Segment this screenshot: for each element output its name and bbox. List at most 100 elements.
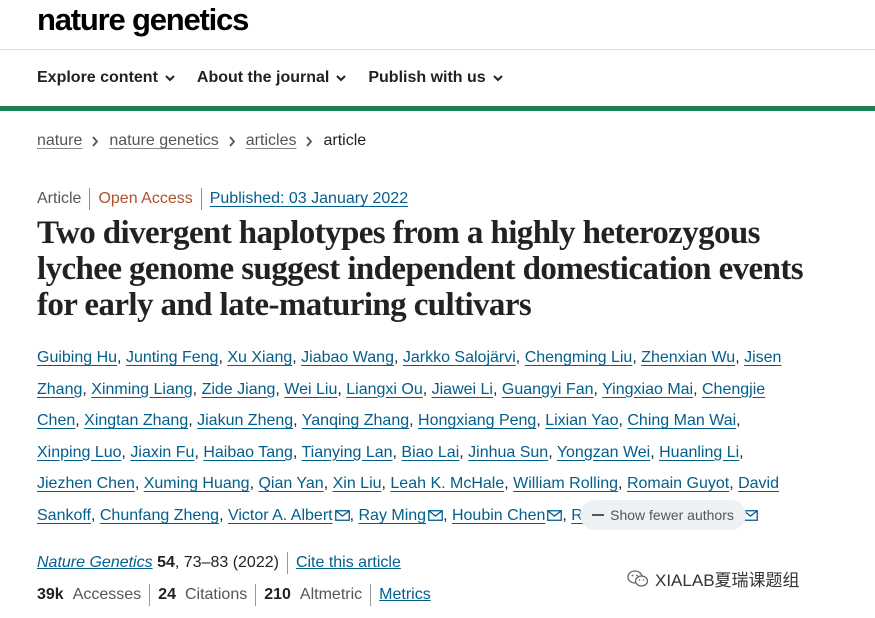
stats-divider [255,584,257,606]
author-link[interactable]: Jinhua Sun [468,444,548,461]
author-separator: , [409,412,419,430]
author-link[interactable]: Victor A. Albert [228,507,333,524]
stats-divider [149,584,151,606]
author-separator: , [134,475,144,493]
author-separator: , [293,412,302,430]
author-link[interactable]: Jarkko Salojärvi [403,349,516,366]
chevron-right-icon [306,135,313,147]
author-link[interactable]: Yanqing Zhang [302,412,409,429]
breadcrumb-articles[interactable]: articles [246,132,297,150]
author-link[interactable]: Leah K. McHale [390,475,504,492]
open-access-label: Open Access [98,190,193,207]
author-separator: , [422,380,432,398]
author-link[interactable]: Huanling Li [659,444,739,461]
author-link[interactable]: Biao Lai [401,444,459,461]
author-link[interactable]: Jiakun Zheng [197,412,293,429]
citations-count: 24 [158,586,176,603]
author-link[interactable]: Xinming Liang [91,381,192,398]
author-link[interactable]: Lixian Yao [545,412,618,429]
author-link[interactable]: Junting Feng [126,349,219,366]
nav-label: About the journal [196,69,330,86]
author-link[interactable]: Yingxiao Mai [602,381,693,398]
stats-divider [370,584,372,606]
author-separator: , [337,380,347,398]
author-link[interactable]: Chunfang Zheng [100,507,219,524]
author-link[interactable]: Houbin Chen [452,507,545,524]
author-separator: , [593,380,603,398]
author-separator: , [194,443,204,461]
author-link[interactable]: Guibing Hu [37,349,117,366]
author-link[interactable]: Haibao Tang [203,444,293,461]
author-separator: , [218,349,228,366]
author-separator: , [459,443,469,461]
author-separator: , [632,349,642,366]
author-separator: , [729,475,739,493]
author-separator: , [650,443,660,461]
author-link[interactable]: Ching Man Wai [627,412,736,429]
author-separator: , [736,412,741,430]
author-separator: , [393,349,403,366]
cite-this-article-link[interactable]: Cite this article [296,554,401,572]
watermark: XIALAB夏瑞课题组 [627,566,800,591]
nav-explore-content[interactable]: Explore content [37,69,175,87]
volume: 54 [157,554,175,571]
author-link[interactable]: Wei Liu [284,381,337,398]
author-link[interactable]: Ray Ming [359,507,427,524]
author-link[interactable]: Chengming Liu [525,349,633,366]
article-meta: Article Open Access Published: 03 Januar… [37,188,408,210]
author-link[interactable]: Liangxi Ou [346,381,423,398]
author-separator: , [349,506,359,524]
author-link[interactable]: Xuming Huang [144,475,250,492]
author-link[interactable]: Jiaxin Fu [130,444,194,461]
altmetric-count: 210 [264,586,291,603]
minus-icon [592,514,605,516]
published-date-link[interactable]: Published: 03 January 2022 [210,190,408,208]
author-link[interactable]: Jiabao Wang [301,349,394,366]
author-link[interactable]: Xin Liu [333,475,382,492]
cite-divider [286,552,288,574]
author-link[interactable]: Xinping Luo [37,444,122,461]
author-link[interactable]: Qian Yan [258,475,323,492]
author-separator: , [536,412,546,430]
author-link[interactable]: Xingtan Zhang [84,412,188,429]
author-link[interactable]: Yongzan Wei [557,444,650,461]
nav-about-journal[interactable]: About the journal [196,69,347,87]
author-link[interactable]: Xu Xiang [227,349,292,366]
pages-year: , 73–83 (2022) [174,554,279,571]
author-separator: , [504,475,514,493]
email-icon[interactable] [428,501,443,533]
author-separator: , [275,380,285,398]
author-link[interactable]: Zide Jiang [202,381,276,398]
meta-divider [89,188,91,210]
author-link[interactable]: Romain Guyot [627,475,729,492]
show-fewer-authors-button[interactable]: Show fewer authors [580,500,746,530]
journal-logo[interactable]: nature genetics [37,2,249,38]
watermark-text: XIALAB夏瑞课题组 [655,571,800,590]
author-link[interactable]: Zhenxian Wu [641,349,735,366]
author-separator: , [693,380,702,398]
author-link[interactable]: Jiawei Li [432,381,493,398]
author-separator: , [219,506,228,524]
author-link[interactable]: Jiezhen Chen [37,475,135,492]
altmetric-label: Altmetric [299,586,363,603]
nav-publish-with-us[interactable]: Publish with us [368,69,503,87]
author-separator: , [82,380,92,398]
breadcrumb-nature-genetics[interactable]: nature genetics [109,132,218,150]
breadcrumb-nature[interactable]: nature [37,132,82,150]
email-icon[interactable] [547,501,563,533]
author-link[interactable]: Tianying Lan [302,444,393,461]
email-icon[interactable] [334,501,350,533]
author-link[interactable]: Hongxiang Peng [418,412,536,429]
journal-link[interactable]: Nature Genetics [37,554,153,571]
author-link[interactable]: Guangyi Fan [502,381,594,398]
citation-line: Nature Genetics 54 , 73–83 (2022) Cite t… [37,552,401,574]
author-separator: , [75,412,85,430]
accesses-label: Accesses [72,586,142,603]
main-nav: Explore content About the journal Publis… [37,69,525,87]
meta-divider [200,188,202,210]
author-link[interactable]: William Rolling [513,475,618,492]
metrics-link[interactable]: Metrics [379,586,431,604]
author-separator: , [292,443,302,461]
article-type: Article [37,190,82,207]
author-separator: , [323,475,333,493]
